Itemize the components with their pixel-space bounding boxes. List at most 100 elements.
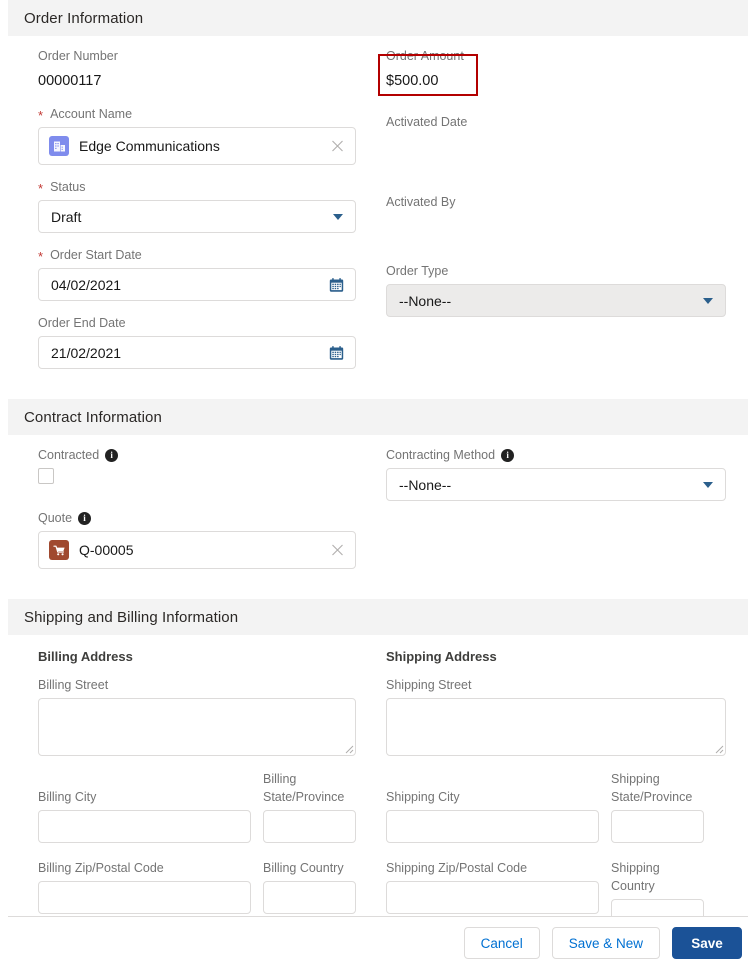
contracting-method-select[interactable]: --None-- <box>386 468 726 501</box>
shipping-zip-label: Shipping Zip/Postal Code <box>386 861 528 875</box>
resize-handle-icon[interactable] <box>712 742 724 754</box>
order-end-date-label: Order End Date <box>38 316 126 330</box>
clear-account-name-icon[interactable] <box>331 140 344 153</box>
order-end-date-value: 21/02/2021 <box>51 344 122 361</box>
account-name-value: Edge Communications <box>79 138 220 154</box>
info-icon[interactable]: i <box>501 449 515 462</box>
field-status: * Status Draft <box>38 179 356 233</box>
field-shipping-city: Shipping City <box>386 770 599 843</box>
account-name-label-text: Account Name <box>50 107 133 121</box>
contract-information-right-column: Contracting Method i --None-- <box>378 435 748 569</box>
order-edit-form: Order Information Order Number 00000117 … <box>0 0 756 969</box>
field-billing-state: Billing State/Province <box>263 770 356 843</box>
contracted-label-text: Contracted <box>38 448 100 462</box>
account-name-lookup-input[interactable]: Edge Communications <box>38 127 356 165</box>
section-title: Shipping and Billing Information <box>24 608 239 626</box>
activated-date-label: Activated Date <box>386 115 468 129</box>
order-end-date-input[interactable]: 21/02/2021 <box>38 336 356 369</box>
field-billing-country: Billing Country <box>263 859 356 914</box>
required-asterisk-icon: * <box>38 108 44 123</box>
order-type-value: --None-- <box>399 292 452 309</box>
field-account-name: * Account Name Edge Communications <box>38 106 356 165</box>
info-icon[interactable]: i <box>105 449 119 462</box>
status-value: Draft <box>51 208 82 225</box>
billing-street-textarea[interactable] <box>38 698 356 756</box>
activated-date-value <box>386 135 726 157</box>
billing-address-column: Billing Address Billing Street Billing C… <box>8 635 378 932</box>
order-amount-label: Order Amount <box>386 49 464 63</box>
field-activated-by: Activated By <box>386 194 726 237</box>
billing-city-input[interactable] <box>38 810 251 843</box>
activated-by-label: Activated By <box>386 195 456 209</box>
chevron-down-icon <box>703 481 713 488</box>
field-shipping-street: Shipping Street <box>386 676 726 756</box>
shipping-city-label: Shipping City <box>386 790 460 804</box>
status-label-text: Status <box>50 180 86 194</box>
shipping-city-input[interactable] <box>386 810 599 843</box>
billing-state-label: Billing State/Province <box>263 772 345 804</box>
billing-zip-label: Billing Zip/Postal Code <box>38 861 164 875</box>
order-information-body: Order Number 00000117 * Account Name Edg… <box>0 36 756 369</box>
shipping-address-heading: Shipping Address <box>386 649 497 664</box>
billing-city-label: Billing City <box>38 790 97 804</box>
field-order-amount: Order Amount $500.00 <box>386 48 726 92</box>
field-contracting-method: Contracting Method i --None-- <box>386 447 726 501</box>
info-icon[interactable]: i <box>78 512 92 525</box>
order-information-left-column: Order Number 00000117 * Account Name Edg… <box>8 36 378 369</box>
contracting-method-label: Contracting Method i <box>386 447 726 464</box>
account-icon <box>49 136 69 156</box>
quote-cart-icon <box>49 540 69 560</box>
contract-information-left-column: Contracted i Quote i Q-00005 <box>8 435 378 569</box>
field-order-number: Order Number 00000117 <box>38 48 356 92</box>
billing-state-input[interactable] <box>263 810 356 843</box>
shipping-address-column: Shipping Address Shipping Street Shippin… <box>378 635 748 932</box>
section-header-order-information: Order Information <box>8 0 748 36</box>
chevron-down-icon <box>703 297 713 304</box>
section-header-shipping-and-billing: Shipping and Billing Information <box>8 599 748 635</box>
shipping-zip-input[interactable] <box>386 881 599 914</box>
required-asterisk-icon: * <box>38 249 44 264</box>
order-start-date-label-text: Order Start Date <box>50 248 142 262</box>
order-information-right-column: Order Amount $500.00 Activated Date Acti… <box>378 36 748 369</box>
save-button[interactable]: Save <box>672 927 742 959</box>
section-title: Contract Information <box>24 408 162 426</box>
shipping-country-label: Shipping Country <box>611 861 660 893</box>
order-start-date-input[interactable]: 04/02/2021 <box>38 268 356 301</box>
resize-handle-icon[interactable] <box>342 742 354 754</box>
contracted-checkbox[interactable] <box>38 468 54 484</box>
status-label: * Status <box>38 179 356 196</box>
clear-quote-icon[interactable] <box>331 544 344 557</box>
billing-country-label: Billing Country <box>263 861 344 875</box>
shipping-state-input[interactable] <box>611 810 704 843</box>
calendar-icon[interactable] <box>329 277 344 292</box>
quote-label: Quote i <box>38 510 356 527</box>
order-start-date-label: * Order Start Date <box>38 247 356 264</box>
billing-country-input[interactable] <box>263 881 356 914</box>
shipping-and-billing-body: Billing Address Billing Street Billing C… <box>0 635 756 932</box>
quote-label-text: Quote <box>38 511 73 525</box>
field-quote: Quote i Q-00005 <box>38 510 356 569</box>
order-type-select[interactable]: --None-- <box>386 284 726 317</box>
shipping-street-label: Shipping Street <box>386 678 472 692</box>
account-name-label: * Account Name <box>38 106 356 123</box>
shipping-street-textarea[interactable] <box>386 698 726 756</box>
required-asterisk-icon: * <box>38 181 44 196</box>
section-header-contract-information: Contract Information <box>8 399 748 435</box>
contracted-label: Contracted i <box>38 447 356 464</box>
form-footer: Cancel Save & New Save <box>0 917 756 969</box>
calendar-icon[interactable] <box>329 345 344 360</box>
shipping-city-state-row: Shipping City Shipping State/Province <box>386 770 726 843</box>
order-type-label: Order Type <box>386 264 449 278</box>
status-select[interactable]: Draft <box>38 200 356 233</box>
field-billing-zip: Billing Zip/Postal Code <box>38 859 251 914</box>
contract-information-body: Contracted i Quote i Q-00005 Contracting… <box>0 435 756 569</box>
billing-zip-input[interactable] <box>38 881 251 914</box>
field-billing-street: Billing Street <box>38 676 356 756</box>
field-shipping-state: Shipping State/Province <box>611 770 704 843</box>
order-number-label: Order Number <box>38 49 118 63</box>
save-and-new-button[interactable]: Save & New <box>551 927 660 959</box>
billing-address-heading: Billing Address <box>38 649 133 664</box>
quote-lookup-input[interactable]: Q-00005 <box>38 531 356 569</box>
cancel-button[interactable]: Cancel <box>463 927 540 959</box>
billing-city-state-row: Billing City Billing State/Province <box>38 770 356 843</box>
